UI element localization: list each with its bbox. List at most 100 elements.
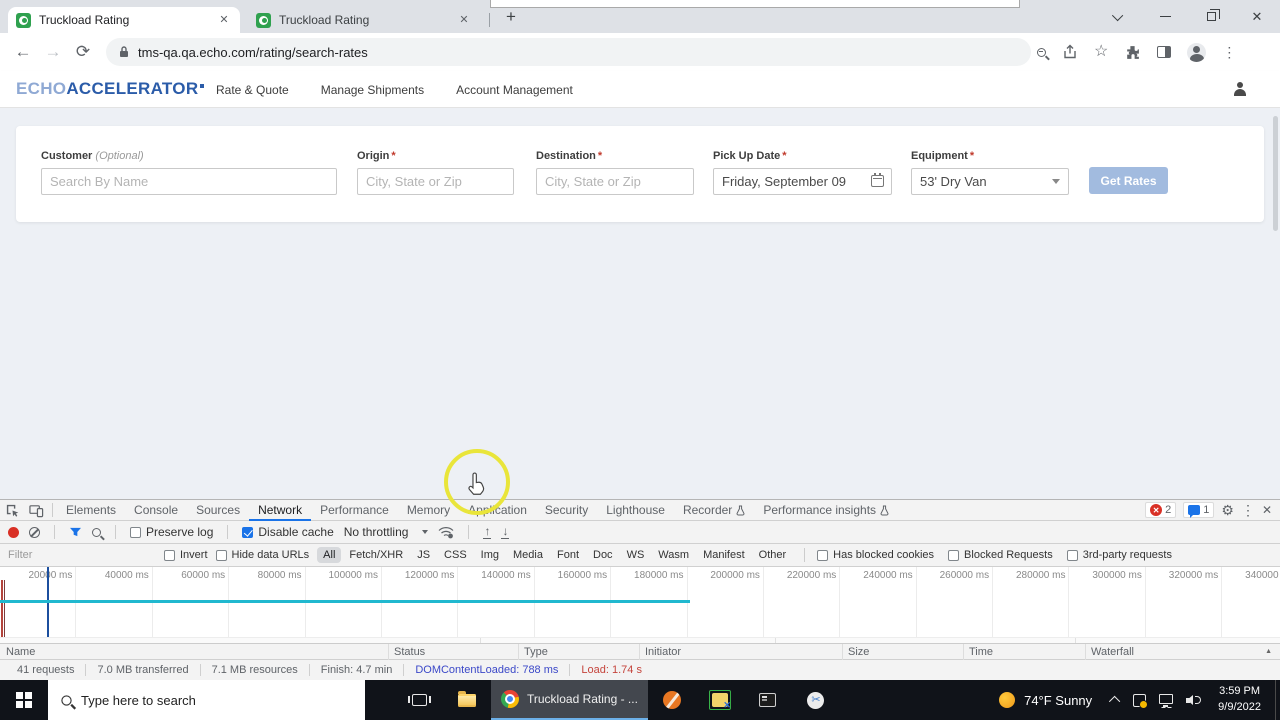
devtools-tab[interactable]: Security: [536, 500, 597, 521]
extensions-puzzle-icon[interactable]: [1124, 44, 1141, 61]
devtools-tab[interactable]: Performance: [311, 500, 398, 521]
network-overview[interactable]: 20000 ms 40000 ms 60000 ms 80000 ms 100000 m…: [0, 567, 1280, 644]
page-scrollbar[interactable]: [1273, 116, 1278, 231]
account-person-icon[interactable]: [1232, 81, 1248, 97]
taskbar-weather[interactable]: 74°F Sunny: [987, 680, 1104, 720]
destination-input[interactable]: [536, 168, 694, 195]
calendar-icon[interactable]: [871, 172, 884, 187]
window-chevron-icon[interactable]: [1096, 0, 1142, 33]
filter-funnel-icon[interactable]: [69, 527, 82, 538]
forward-icon[interactable]: →: [38, 42, 68, 62]
chrome-taskbar-button[interactable]: Truckload Rating - ...: [491, 680, 648, 720]
devtools-tab[interactable]: Network: [249, 500, 312, 521]
network-conditions-icon[interactable]: [438, 526, 454, 539]
devtools-tab[interactable]: Sources: [187, 500, 249, 521]
devtools-tab[interactable]: Performance insights: [754, 500, 898, 521]
taskbar-search-input[interactable]: [81, 692, 311, 708]
sort-arrow-icon[interactable]: ▲: [1265, 648, 1272, 655]
column-header[interactable]: Name: [6, 646, 35, 658]
type-pill[interactable]: WS: [621, 547, 651, 563]
tab-close-icon[interactable]: ✕: [456, 12, 472, 28]
issues-badge[interactable]: 1: [1183, 502, 1215, 518]
type-pill[interactable]: Img: [475, 547, 505, 563]
pickup-date-input[interactable]: [713, 168, 892, 195]
nav-item[interactable]: Account Management: [456, 83, 573, 97]
error-badge[interactable]: ✕ 2: [1145, 502, 1177, 518]
reload-icon[interactable]: ⟳: [68, 42, 98, 62]
new-tab-button[interactable]: +: [499, 5, 523, 29]
minimize-icon[interactable]: [1142, 0, 1188, 33]
column-header[interactable]: Type: [518, 644, 548, 660]
clear-icon[interactable]: [29, 526, 40, 538]
show-desktop-button[interactable]: [1275, 680, 1280, 720]
column-header[interactable]: Size: [841, 644, 869, 660]
filter-checkbox[interactable]: Blocked Requests: [948, 549, 1053, 561]
back-icon[interactable]: ←: [8, 42, 38, 62]
devtools-tab[interactable]: Console: [125, 500, 187, 521]
pinned-app-button[interactable]: [744, 680, 792, 720]
device-toolbar-icon[interactable]: [24, 500, 48, 520]
column-header[interactable]: Waterfall: [1085, 644, 1134, 660]
type-pill[interactable]: Font: [551, 547, 585, 563]
origin-input[interactable]: [357, 168, 514, 195]
tray-app-icon[interactable]: [1133, 693, 1149, 709]
throttling-select[interactable]: No throttling: [344, 525, 429, 539]
devtools-tab[interactable]: Elements: [57, 500, 125, 521]
filter-checkbox[interactable]: Has blocked cookies: [817, 549, 934, 561]
column-header[interactable]: Initiator: [638, 644, 681, 660]
type-pill[interactable]: Other: [753, 547, 793, 563]
devtools-tab[interactable]: Memory: [398, 500, 459, 521]
pinned-app-button[interactable]: [648, 680, 696, 720]
taskbar-clock[interactable]: 3:59 PM 9/9/2022: [1208, 680, 1271, 720]
devtools-menu-kebab-icon[interactable]: ⋮: [1241, 502, 1255, 519]
volume-icon[interactable]: [1186, 694, 1202, 706]
start-button[interactable]: [0, 680, 48, 720]
hide-data-urls-checkbox[interactable]: Hide data URLs: [215, 549, 309, 561]
nav-item[interactable]: Rate & Quote: [216, 83, 289, 97]
equipment-select[interactable]: 53' Dry Van: [911, 168, 1069, 195]
column-header[interactable]: Status: [387, 644, 425, 660]
inspect-element-icon[interactable]: [0, 500, 24, 520]
filter-checkbox[interactable]: 3rd-party requests: [1066, 549, 1172, 561]
side-panel-icon[interactable]: [1157, 46, 1172, 58]
task-view-button[interactable]: [395, 680, 443, 720]
restore-icon[interactable]: [1188, 0, 1234, 33]
customer-input[interactable]: [41, 168, 337, 195]
devtools-tab[interactable]: Recorder: [674, 500, 754, 521]
profile-avatar[interactable]: [1187, 42, 1207, 62]
tab-truckload-rating-2[interactable]: Truckload Rating ✕: [248, 7, 480, 33]
type-pill[interactable]: Manifest: [697, 547, 751, 563]
network-tray-icon[interactable]: [1159, 694, 1174, 707]
settings-gear-icon[interactable]: ⚙: [1221, 503, 1234, 517]
type-pill[interactable]: All: [317, 547, 342, 563]
address-bar[interactable]: tms-qa.qa.echo.com/rating/search-rates: [106, 38, 1031, 66]
type-pill[interactable]: Wasm: [652, 547, 695, 563]
import-har-icon[interactable]: ↑: [483, 525, 492, 539]
devtools-tab[interactable]: Lighthouse: [597, 500, 674, 521]
taskbar-search[interactable]: [48, 680, 365, 720]
filter-input[interactable]: [8, 547, 156, 563]
preserve-log-checkbox[interactable]: Preserve log: [130, 525, 213, 539]
pinned-app-button[interactable]: [696, 680, 744, 720]
type-pill[interactable]: Media: [507, 547, 549, 563]
type-pill[interactable]: Fetch/XHR: [343, 547, 409, 563]
type-pill[interactable]: JS: [411, 547, 436, 563]
tray-chevron-icon[interactable]: [1109, 695, 1121, 708]
disable-cache-checkbox[interactable]: Disable cache: [242, 525, 334, 539]
window-close-icon[interactable]: ✕: [1234, 0, 1280, 33]
devtools-close-icon[interactable]: ✕: [1262, 503, 1272, 517]
bookmark-star-icon[interactable]: ☆: [1094, 44, 1108, 60]
get-rates-button[interactable]: Get Rates: [1089, 167, 1168, 194]
file-explorer-button[interactable]: [443, 680, 491, 720]
export-har-icon[interactable]: ↓: [501, 525, 510, 539]
nav-item[interactable]: Manage Shipments: [321, 83, 424, 97]
record-icon[interactable]: [8, 526, 19, 538]
echo-accelerator-logo[interactable]: ECHOACCELERATOR: [16, 79, 205, 99]
column-header[interactable]: Time: [962, 644, 993, 660]
invert-checkbox[interactable]: Invert: [164, 549, 208, 561]
pinned-app-button[interactable]: ✂: [792, 680, 840, 720]
search-icon[interactable]: [92, 527, 101, 537]
browser-menu-kebab-icon[interactable]: ⋮: [1222, 44, 1236, 61]
tab-truckload-rating-1[interactable]: Truckload Rating ✕: [8, 7, 240, 33]
tab-close-icon[interactable]: ✕: [216, 12, 232, 28]
